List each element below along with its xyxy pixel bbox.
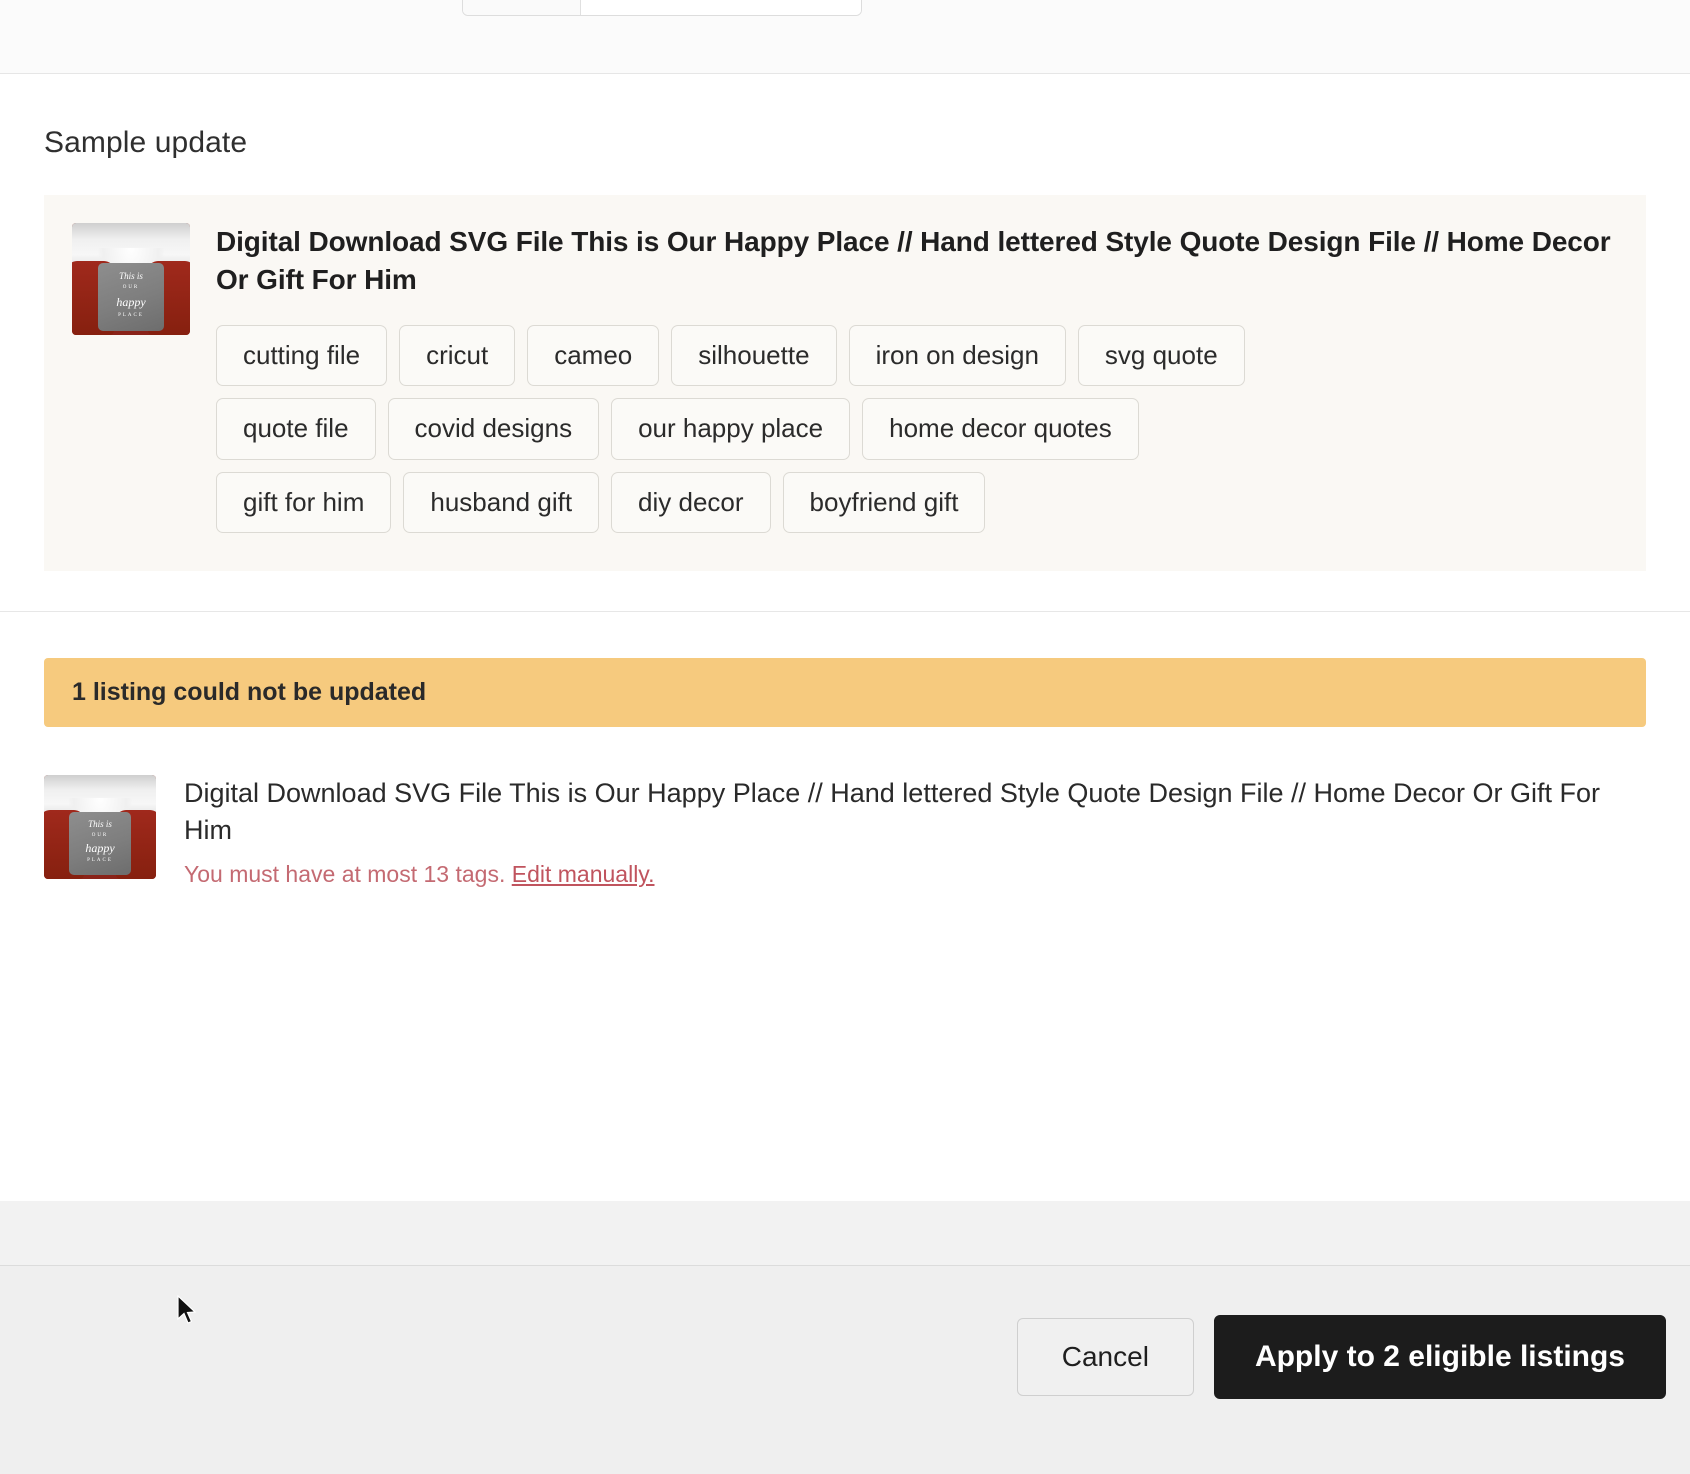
failed-listing-error: You must have at most 13 tags. Edit manu… xyxy=(184,861,1646,888)
cancel-button[interactable]: Cancel xyxy=(1016,1318,1194,1396)
failed-listing-body: Digital Download SVG File This is Our Ha… xyxy=(184,775,1646,889)
tag-chip[interactable]: cameo xyxy=(527,325,660,387)
error-message-text: You must have at most 13 tags. xyxy=(184,861,506,888)
tag-chip[interactable]: diy decor xyxy=(611,471,771,533)
top-form-strip xyxy=(0,0,1690,74)
tag-chip[interactable]: cutting file xyxy=(216,325,388,387)
thumbnail-gray-pillow: This is OUR happy PLACE xyxy=(97,263,165,331)
thumbnail-gray-pillow: This is OUR happy PLACE xyxy=(68,812,132,875)
sample-listing-title: Digital Download SVG File This is Our Ha… xyxy=(216,226,1611,296)
pillow-text-line4: PLACE xyxy=(118,313,144,319)
sample-update-heading: Sample update xyxy=(44,126,248,159)
pillow-text-line4: PLACE xyxy=(87,858,113,864)
listing-thumbnail-image: This is OUR happy PLACE xyxy=(72,223,190,335)
sample-listing-body: Digital Download SVG File This is Our Ha… xyxy=(216,223,1616,533)
failed-listing-row: This is OUR happy PLACE Digital Download… xyxy=(0,727,1690,889)
pillow-text-line1: This is xyxy=(119,271,143,282)
failed-listing-title: Digital Download SVG File This is Our Ha… xyxy=(184,777,1601,845)
pillow-text-line2: OUR xyxy=(91,832,109,838)
partial-input-field[interactable] xyxy=(581,0,861,15)
tag-chip[interactable]: quote file xyxy=(216,398,376,460)
tag-chip[interactable]: cricut xyxy=(399,325,516,387)
pillow-text-line2: OUR xyxy=(122,285,140,291)
dialog-footer: Cancel Apply to 2 eligible listings xyxy=(0,1265,1690,1474)
tag-chip-list: cutting file cricut cameo silhouette iron on… xyxy=(216,325,1326,533)
pillow-text-line3: happy xyxy=(116,294,146,309)
edit-manually-link[interactable]: Edit manually. xyxy=(512,861,655,887)
tag-chip[interactable]: silhouette xyxy=(671,325,837,387)
tag-chip[interactable]: boyfriend gift xyxy=(782,471,986,533)
pre-footer-spacer xyxy=(0,1201,1690,1265)
partial-input-group[interactable] xyxy=(462,0,862,16)
warning-area: 1 listing could not be updated xyxy=(0,612,1690,727)
pillow-text-line3: happy xyxy=(85,841,115,856)
tag-chip[interactable]: iron on design xyxy=(848,325,1066,387)
failed-listing-thumbnail: This is OUR happy PLACE xyxy=(44,774,156,879)
tag-chip[interactable]: our happy place xyxy=(611,398,851,460)
tag-chip[interactable]: covid designs xyxy=(387,398,600,460)
sample-listing-card: This is OUR happy PLACE Digital Download… xyxy=(44,195,1646,571)
warning-banner: 1 listing could not be updated xyxy=(44,657,1646,727)
tag-chip[interactable]: gift for him xyxy=(216,471,392,533)
pillow-text-line1: This is xyxy=(88,819,112,830)
tag-chip[interactable]: svg quote xyxy=(1077,325,1245,387)
partial-input-prefix[interactable] xyxy=(463,0,581,15)
tag-chip[interactable]: home decor quotes xyxy=(862,398,1139,460)
tag-chip[interactable]: husband gift xyxy=(403,471,600,533)
apply-listings-button[interactable]: Apply to 2 eligible listings xyxy=(1213,1315,1666,1399)
sample-update-section: Sample update This is OUR happy PLACE Di… xyxy=(0,74,1690,571)
